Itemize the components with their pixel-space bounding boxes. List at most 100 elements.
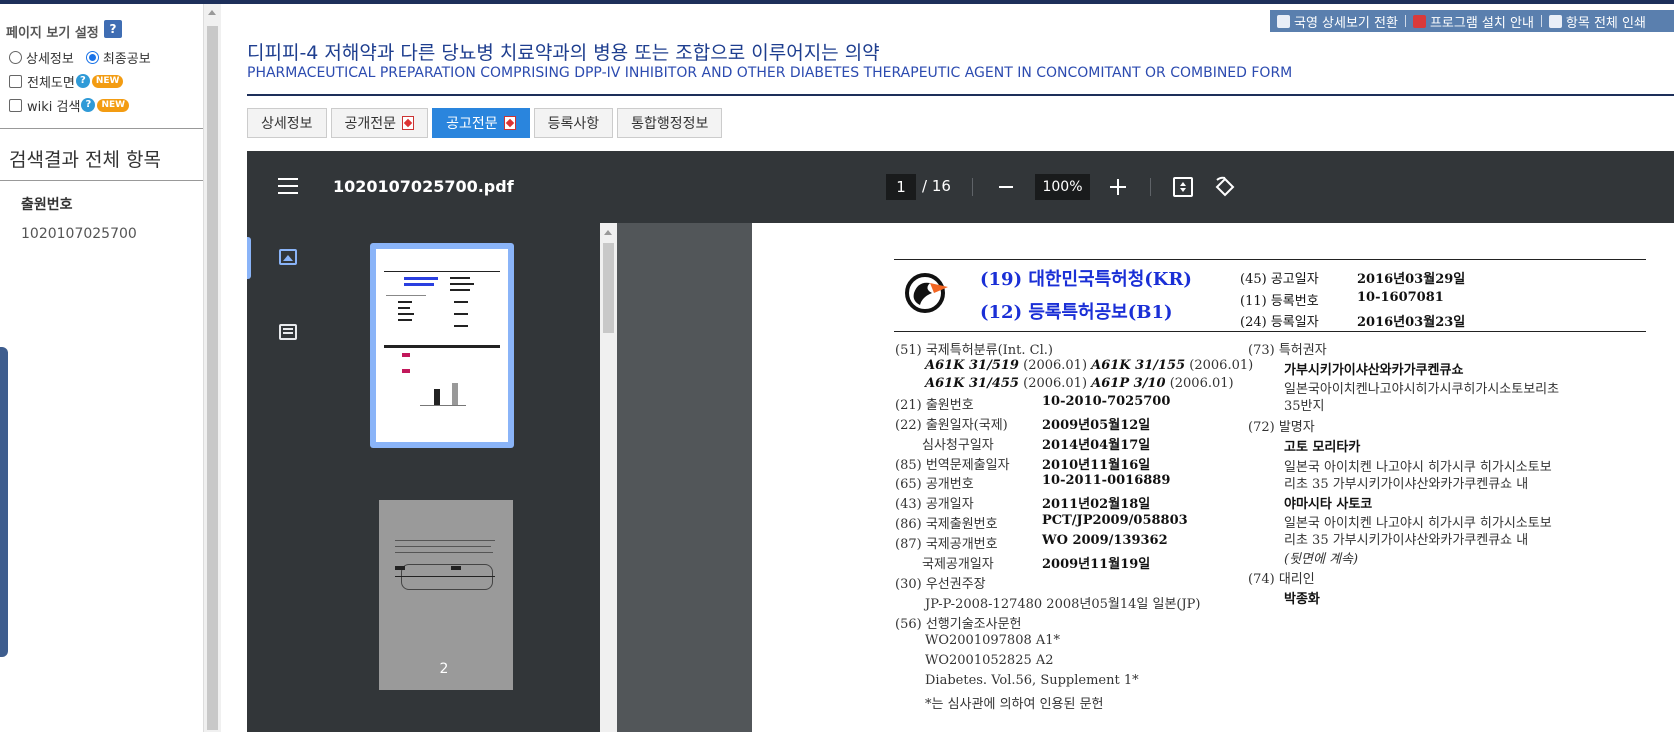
- scrollbar-thumb[interactable]: [207, 26, 218, 730]
- new-badge: NEW: [97, 98, 130, 112]
- tab-detail[interactable]: 상세정보: [247, 108, 327, 138]
- reference-1: WO2001097808 A1*: [925, 633, 1061, 648]
- page-number-input[interactable]: 1: [886, 174, 916, 200]
- agent-name: 박종화: [1284, 592, 1320, 607]
- pdf-page-1: (19) 대한민국특허청(KR) (12) 등록특허공보(B1) (45) 공고…: [752, 223, 1674, 732]
- title-divider: [247, 94, 1674, 96]
- full-drawing-option: 전체도면 ? NEW: [9, 72, 124, 91]
- top-border: [0, 0, 1674, 4]
- radio-final[interactable]: [85, 50, 99, 64]
- radio-final-label[interactable]: 최종공보: [103, 48, 151, 67]
- field-51-label: (51) 국제특허분류(Int. Cl.): [895, 343, 1053, 358]
- sidebar-nav: [247, 223, 317, 732]
- rule: [894, 259, 1646, 260]
- application-number-value: 1020107025700: [21, 226, 137, 242]
- zoom-out-icon[interactable]: [999, 186, 1013, 188]
- field-74-label: (74) 대리인: [1248, 572, 1315, 587]
- rule: [894, 331, 1646, 332]
- patentee-name: 가부시키가이샤산와카가쿠켄큐쇼: [1284, 363, 1464, 378]
- field-87-label: (87) 국제공개번호: [895, 537, 998, 552]
- field-22-label: (22) 출원일자(국제): [895, 418, 1008, 433]
- field-30-value: JP-P-2008-127480 2008년05월14일 일본(JP): [925, 597, 1201, 612]
- language-switch-label: 국영 상세보기 전환: [1294, 15, 1398, 31]
- pdf-filename: 1020107025700.pdf: [333, 177, 514, 196]
- rotate-icon[interactable]: [1214, 176, 1236, 198]
- wiki-search-label[interactable]: wiki 검색: [27, 96, 80, 115]
- scroll-up-arrow-icon[interactable]: [208, 10, 216, 15]
- field-86-label: (86) 국제출원번호: [895, 517, 998, 532]
- field-87-value: WO 2009/139362: [1042, 533, 1168, 548]
- fit-page-icon[interactable]: [1173, 177, 1193, 197]
- tab-publication-full-text[interactable]: 공개전문: [330, 108, 429, 138]
- full-drawing-label[interactable]: 전체도면: [27, 72, 75, 91]
- printer-icon: [1548, 14, 1562, 28]
- divider: [0, 180, 203, 181]
- wiki-search-option: wiki 검색 ? NEW: [9, 96, 130, 115]
- patentee-address-2: 35반지: [1284, 399, 1325, 414]
- sidebar: 페이지 보기 설정 ? 상세정보 최종공보 전체도면 ? NEW wiki 검색…: [0, 4, 203, 732]
- field-45-value: 2016년03월29일: [1357, 272, 1466, 287]
- tab-integrated-admin-info[interactable]: 통합행정정보: [617, 108, 723, 138]
- field-45-label: (45) 공고일자: [1240, 272, 1319, 287]
- question-icon[interactable]: ?: [75, 74, 90, 88]
- application-number-label: 출원번호: [21, 197, 73, 213]
- thumbnail-1-label: 1: [437, 427, 447, 443]
- field-11-label: (11) 등록번호: [1240, 294, 1319, 309]
- continued-note: (뒷면에 계속): [1284, 552, 1359, 567]
- menu-icon[interactable]: [278, 178, 298, 199]
- scrollbar-thumb[interactable]: [603, 243, 614, 333]
- field-73-label: (73) 특허권자: [1248, 343, 1327, 358]
- tab-registration-full-text[interactable]: 공고전문: [432, 108, 530, 138]
- inventor-1-name: 고토 모리타카: [1284, 440, 1361, 455]
- field-22b-label: 심사청구일자: [922, 438, 994, 453]
- patent-title-korean: 디피피-4 저해약과 다른 당뇨병 치료약과의 병용 또는 조합으로 이루어지는…: [247, 42, 880, 64]
- field-43-label: (43) 공개일자: [895, 497, 974, 512]
- divider: [0, 128, 203, 129]
- sidebar-scrollbar[interactable]: [203, 4, 221, 732]
- print-all-label: 항목 전체 인쇄: [1565, 15, 1646, 31]
- page-thumbnail-1[interactable]: [376, 249, 508, 442]
- zoom-in-icon[interactable]: [1110, 179, 1126, 195]
- field-21-value: 10-2010-7025700: [1042, 394, 1171, 409]
- language-icon: [1277, 14, 1290, 28]
- field-85-label: (85) 번역문제출일자: [895, 458, 1010, 473]
- print-all-button[interactable]: 항목 전체 인쇄: [1542, 12, 1653, 31]
- language-switch-button[interactable]: 국영 상세보기 전환: [1270, 12, 1405, 31]
- office-name: (19) 대한민국특허청(KR): [980, 269, 1192, 290]
- question-icon[interactable]: ?: [81, 98, 96, 112]
- help-icon[interactable]: ?: [104, 20, 122, 38]
- field-87b-value: 2009년11월19일: [1042, 557, 1151, 572]
- tab-registration-details[interactable]: 등록사항: [533, 108, 614, 138]
- ipc-row-2: A61K 31/455 (2006.01) A61P 3/10 (2006.01…: [925, 376, 1234, 391]
- radio-detail[interactable]: [9, 50, 22, 64]
- field-86-value: PCT/JP2009/058803: [1042, 513, 1188, 528]
- field-65-value: 10-2011-0016889: [1042, 473, 1171, 488]
- field-56-label: (56) 선행기술조사문헌: [895, 617, 1022, 632]
- pdf-icon: [503, 116, 516, 130]
- program-install-button[interactable]: 프로그램 설치 안내: [1406, 12, 1541, 31]
- kipo-logo-icon: [905, 273, 948, 313]
- new-badge: NEW: [91, 74, 124, 88]
- view-mode-radio-group: 상세정보 최종공보: [9, 48, 151, 67]
- wiki-search-checkbox[interactable]: [9, 98, 22, 112]
- program-install-label: 프로그램 설치 안내: [1429, 15, 1534, 31]
- thumbnails-icon[interactable]: [279, 249, 297, 265]
- field-65-label: (65) 공개번호: [895, 477, 974, 492]
- field-21-label: (21) 출원번호: [895, 398, 974, 413]
- side-panel-handle[interactable]: [0, 347, 8, 657]
- field-87b-label: 국제공개일자: [922, 557, 994, 572]
- thumbnail-scrollbar[interactable]: [600, 223, 617, 732]
- inventor-1-address-b: 리초 35 가부시키가이샤산와카가쿠켄큐쇼 내: [1284, 477, 1529, 492]
- zoom-level-input[interactable]: 100%: [1035, 174, 1090, 200]
- radio-detail-label[interactable]: 상세정보: [26, 48, 74, 67]
- outline-icon[interactable]: [279, 324, 297, 340]
- full-drawing-checkbox[interactable]: [9, 74, 22, 88]
- field-22-value: 2009년05월12일: [1042, 418, 1151, 433]
- inventor-2-address-b: 리초 35 가부시키가이샤산와카가쿠켄큐쇼 내: [1284, 533, 1529, 548]
- pdf-icon: [1412, 14, 1426, 28]
- patent-title-english: PHARMACEUTICAL PREPARATION COMPRISING DP…: [247, 65, 1293, 81]
- scroll-up-arrow-icon[interactable]: [604, 230, 612, 235]
- page-view-settings-title: 페이지 보기 설정: [6, 26, 99, 41]
- field-72-label: (72) 발명자: [1248, 420, 1315, 435]
- field-22b-value: 2014년04월17일: [1042, 438, 1151, 453]
